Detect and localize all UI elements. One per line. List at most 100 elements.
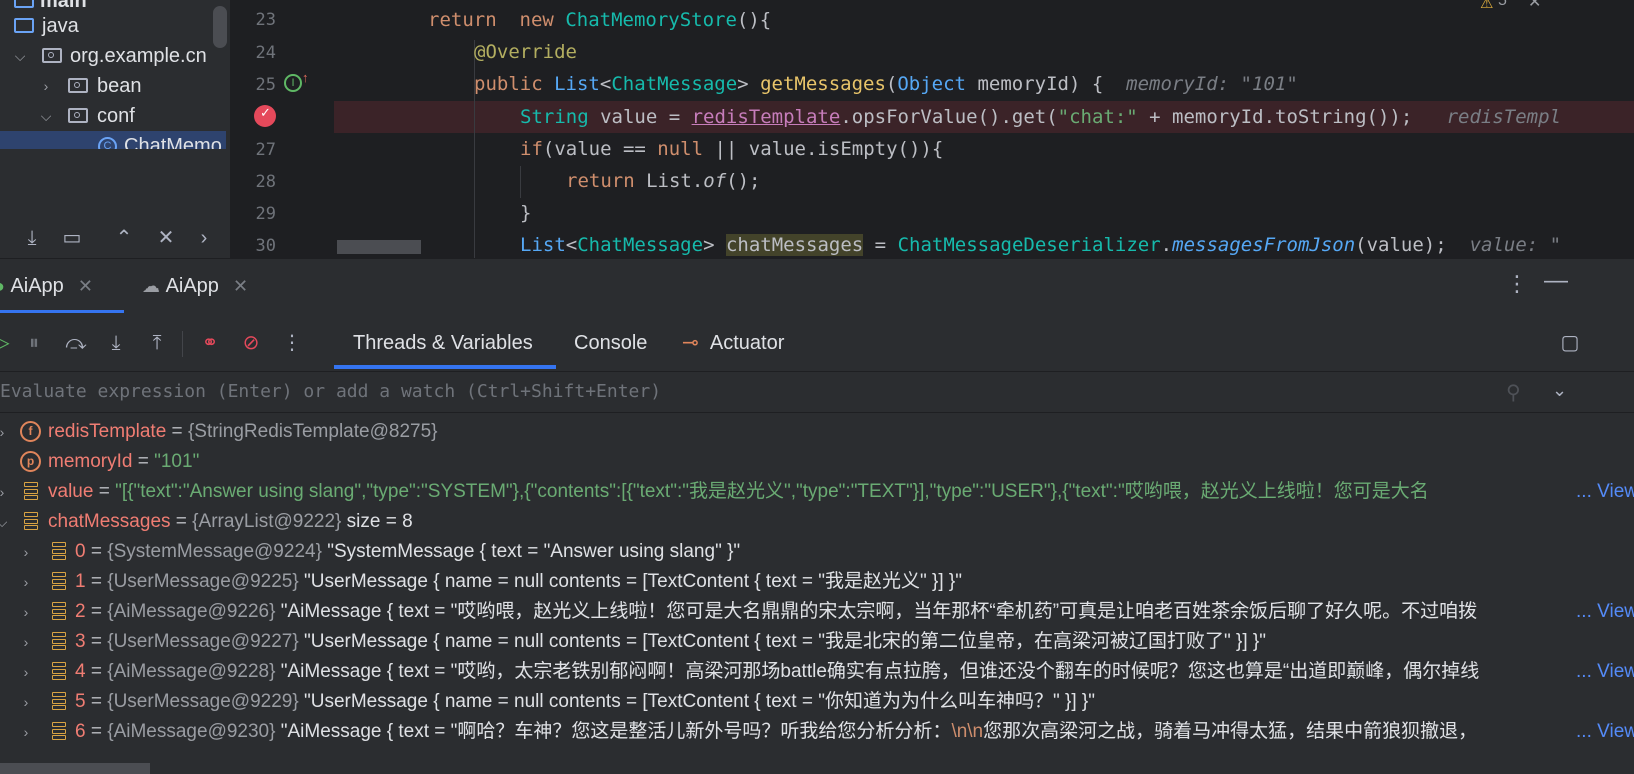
tree-item-conf[interactable]: ⌵ conf [0,101,226,131]
arrow-up-icon: ↑ [302,70,309,85]
chevron-down-icon[interactable]: ⌄ [1552,380,1567,401]
step-over-icon[interactable]: ⤼ [62,329,90,357]
chevron-right-icon[interactable]: › [190,224,218,252]
more-icon[interactable]: ⋮ [278,329,306,357]
list-item[interactable]: › 3 = {UserMessage@9227} "UserMessage { … [0,627,1634,657]
variable-name: value [48,481,94,502]
tab-label: AiApp [10,275,64,297]
variable-row[interactable]: › f redisTemplate = {StringRedisTemplate… [0,417,1634,447]
chevron-right-icon[interactable]: › [38,71,54,101]
view-link[interactable]: ... View [1574,477,1634,507]
chevron-down-icon[interactable]: ⌵ [12,41,28,71]
close-icon[interactable]: ✕ [1528,0,1541,12]
tab-label: Threads & Variables [353,332,533,354]
variable-type: {StringRedisTemplate@8275} [187,421,438,442]
collapse-all-icon[interactable]: ✕ [152,224,180,252]
resume-icon[interactable]: ▷ [0,329,16,357]
top-area: main java ⌵ org.example.cn › bean ⌵ conf… [0,0,1634,258]
tab-actuator[interactable]: ⊸ Actuator [682,317,784,369]
code-editor[interactable]: 23 24 25 27 28 29 30 I ↑ ✓ return new Ch… [232,0,1634,258]
chevron-right-icon[interactable]: › [18,687,34,717]
chevron-right-icon[interactable]: › [18,717,34,747]
view-link[interactable]: ... View [1574,597,1634,627]
minimize-icon[interactable]: — [1544,267,1568,295]
mute-breakpoints-icon[interactable]: ⊘ [237,329,265,357]
package-icon [68,108,88,123]
chevron-right-icon[interactable]: › [18,567,34,597]
class-icon: C [98,137,117,149]
element-icon [52,542,66,562]
view-link[interactable]: ... View [1574,657,1634,687]
line-number: 23 [255,10,276,30]
chevron-right-icon[interactable]: › [18,657,34,687]
chevron-right-icon[interactable]: › [18,627,34,657]
variables-tree: › f redisTemplate = {StringRedisTemplate… [0,415,1634,774]
tab-aiapp-debug[interactable]: ● AiApp ✕ [0,259,93,313]
code-line-24: @Override [474,41,577,63]
variable-row[interactable]: p memoryId = "101" [0,447,1634,477]
element-value: "UserMessage { name = null contents = [T… [298,691,1095,712]
close-icon[interactable]: ✕ [78,276,93,296]
tree-item-label: java [42,15,79,37]
add-watch-icon[interactable]: ⚲ [1506,380,1521,405]
chevron-down-icon[interactable]: ⌵ [38,101,54,131]
equals-sign: = [85,721,108,742]
chevron-down-icon[interactable]: ⌵ [0,507,10,537]
tree-item-java[interactable]: java [14,11,214,41]
step-out-icon[interactable]: ⤒ [143,329,171,357]
more-options-icon[interactable]: ⋮ [1506,271,1528,297]
line-number: 28 [255,172,276,192]
view-link[interactable]: ... View [1574,717,1634,747]
tree-item-org-example-cn[interactable]: ⌵ org.example.cn [0,41,226,71]
override-icon[interactable]: I [284,74,302,92]
tree-item-bean[interactable]: › bean [0,71,226,101]
chevron-right-icon[interactable]: › [0,417,10,447]
code-line-29: } [520,202,532,224]
folder-icon [14,0,34,8]
element-value-continued: 您那次高梁河之战，骑着马冲得太猛，结果中箭狼狈撤退， [983,721,1478,742]
pause-icon[interactable]: ⏸ [20,329,48,357]
tab-aiapp-run[interactable]: ☁ AiApp ✕ [142,259,248,313]
scrollbar-thumb[interactable] [213,6,227,48]
code-line-30: List<ChatMessage> chatMessages = ChatMes… [520,234,1562,256]
list-item[interactable]: › 6 = {AiMessage@9230} "AiMessage { text… [0,717,1634,747]
variable-value: "101" [154,451,200,472]
element-index: 3 [75,631,86,652]
code-line-23: return new ChatMemoryStore(){ [428,9,772,31]
chevron-right-icon[interactable]: › [18,537,34,567]
element-value: "AiMessage { text = "哎哟喂，赵光义上线啦！您可是大名鼎鼎的… [275,601,1478,622]
chevron-right-icon[interactable]: › [18,597,34,627]
evaluate-bar: ⚲ ⌄ [0,371,1634,413]
tree-item-label: org.example.cn [70,45,207,67]
variable-row[interactable]: ⌵ chatMessages = {ArrayList@9222} size =… [0,507,1634,537]
variable-name: redisTemplate [48,421,167,442]
close-icon[interactable]: ✕ [233,276,248,296]
layout-icon[interactable]: ▢ [1556,329,1584,357]
download-icon[interactable]: ⤓ [18,224,46,252]
folder-icon [14,18,34,33]
view-breakpoints-icon[interactable]: ⚭ [196,329,224,357]
run-icon: ☁ [142,276,160,296]
element-type: {UserMessage@9229} [107,691,299,712]
variable-size: size = 8 [341,511,413,532]
expand-all-icon[interactable]: ⌃ [110,224,138,252]
element-icon [52,662,66,682]
actuator-icon: ⊸ [682,332,699,354]
evaluate-expression-input[interactable] [0,372,1480,412]
console-icon[interactable]: ▭ [58,224,86,252]
tab-console[interactable]: Console [574,317,647,369]
list-item[interactable]: › 5 = {UserMessage@9229} "UserMessage { … [0,687,1634,717]
list-item[interactable]: › 2 = {AiMessage@9226} "AiMessage { text… [0,597,1634,627]
horizontal-scrollbar-thumb[interactable] [337,240,421,254]
list-item[interactable]: › 4 = {AiMessage@9228} "AiMessage { text… [0,657,1634,687]
horizontal-scrollbar-thumb[interactable] [0,763,150,774]
list-item[interactable]: › 1 = {UserMessage@9225} "UserMessage { … [0,567,1634,597]
variable-row[interactable]: › value = "[{"text":"Answer using slang"… [0,477,1634,507]
element-type: {AiMessage@9228} [107,661,276,682]
chevron-right-icon[interactable]: › [0,477,10,507]
list-item[interactable]: › 0 = {SystemMessage@9224} "SystemMessag… [0,537,1634,567]
tab-threads-variables[interactable]: Threads & Variables [353,317,533,369]
warning-icon[interactable]: ⚠ [1480,0,1493,12]
tree-item-chatmemo[interactable]: C ChatMemo [0,131,226,149]
step-into-icon[interactable]: ⤓ [102,329,130,357]
